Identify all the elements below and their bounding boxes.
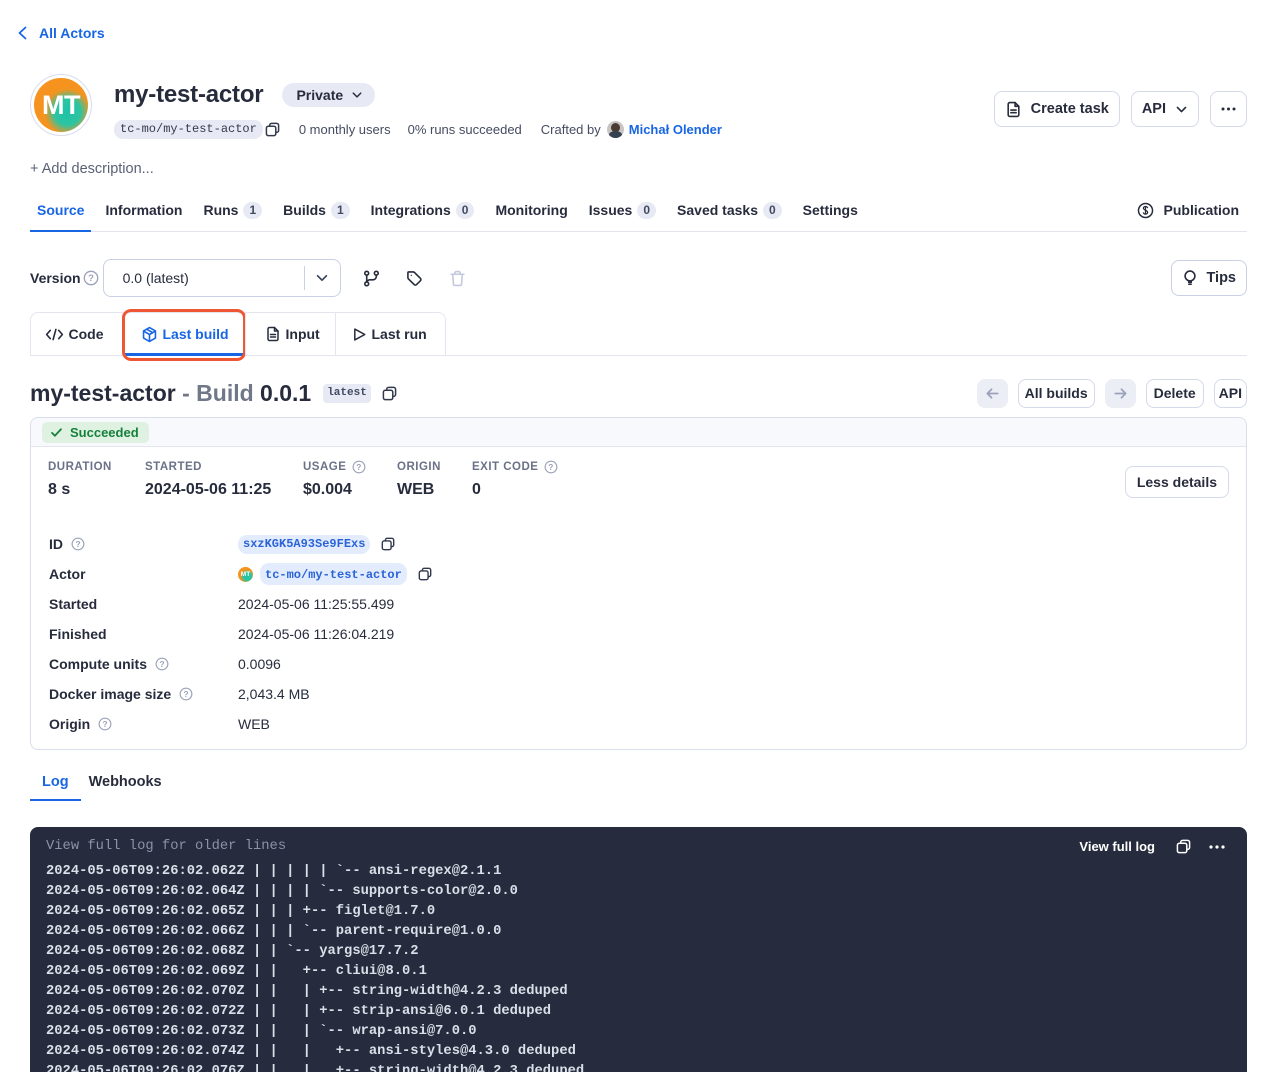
svg-text:?: ? [103,719,108,729]
svg-text:?: ? [88,273,94,284]
svg-text:?: ? [549,462,555,472]
svg-text:?: ? [75,539,80,549]
svg-text:?: ? [159,659,164,669]
svg-text:?: ? [357,462,363,472]
svg-text:?: ? [184,689,189,699]
